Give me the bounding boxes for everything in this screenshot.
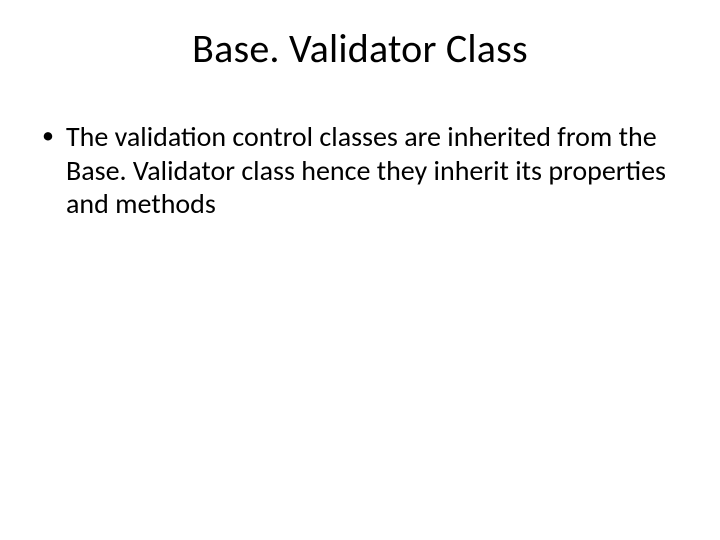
slide-body: The validation control classes are inher…: [38, 120, 682, 221]
bullet-list: The validation control classes are inher…: [38, 120, 682, 221]
list-item: The validation control classes are inher…: [38, 120, 682, 221]
slide: Base. Validator Class The validation con…: [0, 0, 720, 540]
slide-title: Base. Validator Class: [0, 24, 720, 73]
